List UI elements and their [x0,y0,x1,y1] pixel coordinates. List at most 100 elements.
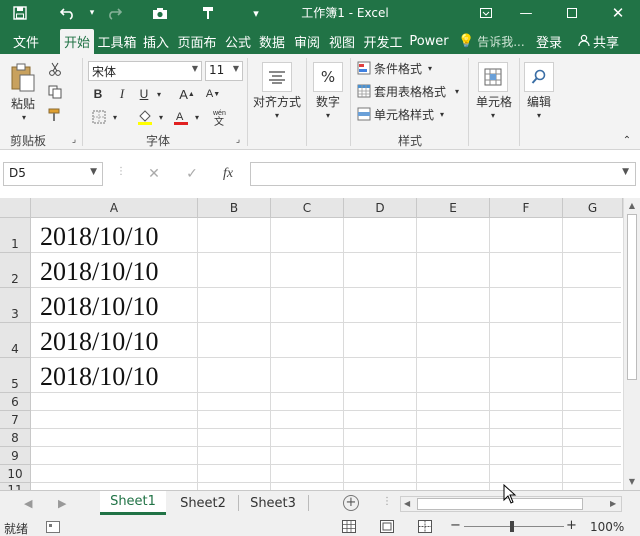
scroll-up-icon[interactable]: ▲ [627,201,637,211]
cell-a5[interactable]: 2018/10/10 [40,362,158,392]
cell-a3[interactable]: 2018/10/10 [40,292,158,322]
row-header-6[interactable]: 6 [0,393,31,411]
cells-dropdown-icon[interactable]: ▾ [486,110,500,120]
tab-developer[interactable]: 开发工 [360,29,406,54]
sheet-tab-3[interactable]: Sheet3 [240,491,306,515]
select-all-corner[interactable] [0,198,31,218]
cell-a2[interactable]: 2018/10/10 [40,257,158,287]
split-handle-icon[interactable]: ⋮ [382,496,392,507]
camera-icon[interactable] [146,0,174,26]
insert-function-icon[interactable]: fx [212,162,244,186]
scroll-down-icon[interactable]: ▼ [627,477,637,487]
row-header-1[interactable]: 1 [0,218,31,253]
italic-button[interactable]: I [112,84,132,104]
prev-sheet-icon[interactable]: ◀ [24,497,32,510]
cell-a1[interactable]: 2018/10/10 [40,222,158,252]
cell-styles-button[interactable]: 单元格样式 [374,106,444,122]
underline-dropdown-icon[interactable]: ▾ [154,84,164,104]
enter-icon[interactable]: ✓ [176,162,208,186]
column-header-g[interactable]: G [563,198,623,218]
percent-icon[interactable]: % [313,62,343,92]
row-header-10[interactable]: 10 [0,465,31,483]
formula-input[interactable]: ▼ [250,162,636,186]
row-header-8[interactable]: 8 [0,429,31,447]
row-header-9[interactable]: 9 [0,447,31,465]
fill-dropdown-icon[interactable]: ▾ [156,107,166,127]
horizontal-scroll-thumb[interactable] [417,498,583,510]
spreadsheet-grid[interactable]: A B C D E F G 1 2 3 4 5 6 7 8 9 10 11 20… [0,198,640,490]
scroll-left-icon[interactable]: ◀ [404,499,410,508]
alignment-button[interactable]: 对齐方式 [250,94,304,109]
borders-dropdown-icon[interactable]: ▾ [110,107,120,127]
expand-formula-icon[interactable]: ▼ [622,167,629,177]
tab-home[interactable]: 开始 [60,29,94,54]
decrease-font-icon[interactable]: A ▼ [202,84,224,104]
collapse-ribbon-icon[interactable]: ⌃ [620,134,634,146]
row-header-7[interactable]: 7 [0,411,31,429]
column-header-c[interactable]: C [271,198,344,218]
row-header-3[interactable]: 3 [0,288,31,323]
vertical-scroll-thumb[interactable] [627,214,637,380]
column-header-a[interactable]: A [31,198,198,218]
ribbon-display-icon[interactable] [466,0,506,26]
zoom-level[interactable]: 100% [590,520,624,534]
column-header-e[interactable]: E [417,198,490,218]
fill-color-icon[interactable] [134,107,156,127]
column-header-f[interactable]: F [490,198,563,218]
column-header-d[interactable]: D [344,198,417,218]
bold-button[interactable]: B [88,84,108,104]
borders-icon[interactable] [88,107,110,127]
sheet-tab-1[interactable]: Sheet1 [100,491,166,515]
tab-formulas[interactable]: 公式 [222,29,254,54]
tab-power[interactable]: Power [408,29,450,54]
zoom-in-icon[interactable]: + [566,518,577,533]
cells-icon[interactable] [478,62,508,92]
cancel-icon[interactable]: ✕ [134,162,174,186]
cut-icon[interactable] [46,60,64,78]
cell-a4[interactable]: 2018/10/10 [40,327,158,357]
paste-icon[interactable] [8,62,38,94]
font-name-select[interactable]: 宋体 ▼ [88,61,202,81]
row-header-11[interactable]: 11 [0,483,31,490]
login-button[interactable]: 登录 [536,29,562,54]
paste-dropdown-icon[interactable]: ▾ [14,112,34,122]
conditional-format-icon[interactable] [356,60,372,76]
underline-button[interactable]: U [134,84,154,104]
vertical-scrollbar[interactable]: ▲ ▼ [623,198,640,490]
font-color-icon[interactable]: A [170,107,192,127]
sheet-tab-2[interactable]: Sheet2 [170,491,236,515]
increase-font-icon[interactable]: A ▲ [176,84,198,104]
row-header-5[interactable]: 5 [0,358,31,393]
tab-toolbox[interactable]: 工具箱 [96,29,138,54]
save-icon[interactable] [6,0,34,26]
name-box[interactable]: D5 ▼ [3,162,103,186]
zoom-out-icon[interactable]: − [450,518,461,533]
column-header-b[interactable]: B [198,198,271,218]
scroll-right-icon[interactable]: ▶ [610,499,616,508]
editing-button[interactable]: 编辑 [522,94,556,109]
editing-dropdown-icon[interactable]: ▾ [532,110,546,120]
font-color-dropdown-icon[interactable]: ▾ [192,107,202,127]
normal-view-icon[interactable] [342,520,356,536]
copy-icon[interactable] [46,83,64,101]
conditional-format-dropdown-icon[interactable]: ▾ [424,60,436,76]
row-header-2[interactable]: 2 [0,253,31,288]
align-icon[interactable] [262,62,292,92]
cell-styles-dropdown-icon[interactable]: ▾ [436,106,448,122]
zoom-slider[interactable] [464,526,564,527]
drag-handle-icon[interactable]: ⋮ [116,166,126,177]
cell-styles-icon[interactable] [356,106,372,122]
minimize-icon[interactable]: — [506,0,546,26]
redo-icon[interactable] [100,0,128,26]
close-icon[interactable]: ✕ [598,0,638,26]
tell-me-search[interactable]: 💡 告诉我... [458,29,525,54]
maximize-icon[interactable] [552,0,592,26]
cells-button[interactable]: 单元格 [472,94,516,109]
alignment-dropdown-icon[interactable]: ▾ [270,110,284,120]
add-sheet-icon[interactable]: + [343,495,359,511]
tab-insert[interactable]: 插入 [140,29,172,54]
share-button[interactable]: 共享 [578,29,619,54]
number-dropdown-icon[interactable]: ▾ [321,110,335,120]
paste-button[interactable]: 粘贴 [6,96,40,111]
tab-data[interactable]: 数据 [256,29,288,54]
